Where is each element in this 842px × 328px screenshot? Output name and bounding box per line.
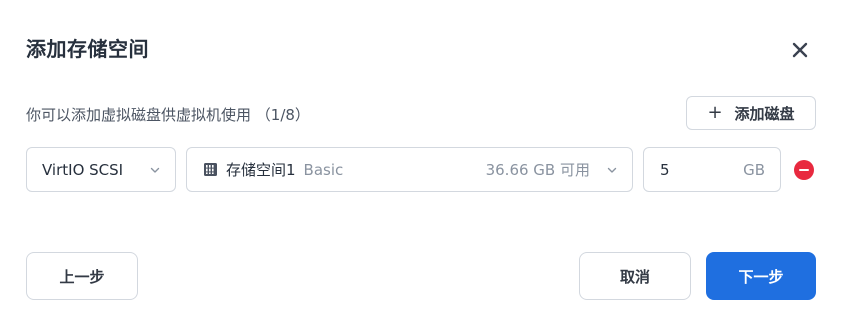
storage-pool-type[interactable]: Basic bbox=[304, 161, 344, 179]
storage-pool-name[interactable]: 存储空间1 bbox=[226, 159, 296, 180]
controller-select[interactable]: VirtIO SCSI bbox=[26, 147, 176, 192]
disk-size-input[interactable]: 5 GB bbox=[643, 147, 781, 192]
close-button[interactable] bbox=[788, 38, 812, 62]
disk-size-unit: GB bbox=[743, 160, 765, 179]
storage-pool-icon bbox=[204, 163, 217, 176]
chevron-down-icon[interactable] bbox=[606, 164, 618, 176]
next-button[interactable]: 下一步 bbox=[706, 252, 816, 300]
remove-circle-icon[interactable] bbox=[794, 160, 814, 180]
chevron-down-icon[interactable] bbox=[149, 164, 161, 176]
storage-available[interactable]: 36.66 GB 可用 bbox=[486, 159, 590, 180]
add-storage-dialog: 添加存储空间 你可以添加虚拟磁盘供虚拟机使用 （1/8） + 添加磁盘 Virt… bbox=[0, 0, 842, 328]
previous-button[interactable]: 上一步 bbox=[26, 252, 138, 300]
dialog-description: 你可以添加虚拟磁盘供虚拟机使用 （1/8） bbox=[26, 106, 310, 124]
close-icon[interactable] bbox=[788, 38, 812, 62]
add-disk-button[interactable]: + 添加磁盘 bbox=[686, 96, 816, 130]
add-disk-label[interactable]: 添加磁盘 bbox=[735, 103, 795, 124]
controller-value[interactable]: VirtIO SCSI bbox=[42, 161, 123, 179]
plus-icon[interactable]: + bbox=[707, 104, 722, 122]
dialog-title: 添加存储空间 bbox=[26, 37, 149, 61]
storage-pool-select[interactable]: 存储空间1 Basic 36.66 GB 可用 bbox=[186, 147, 633, 192]
cancel-button[interactable]: 取消 bbox=[579, 252, 691, 300]
disk-size-value[interactable]: 5 bbox=[660, 161, 670, 179]
